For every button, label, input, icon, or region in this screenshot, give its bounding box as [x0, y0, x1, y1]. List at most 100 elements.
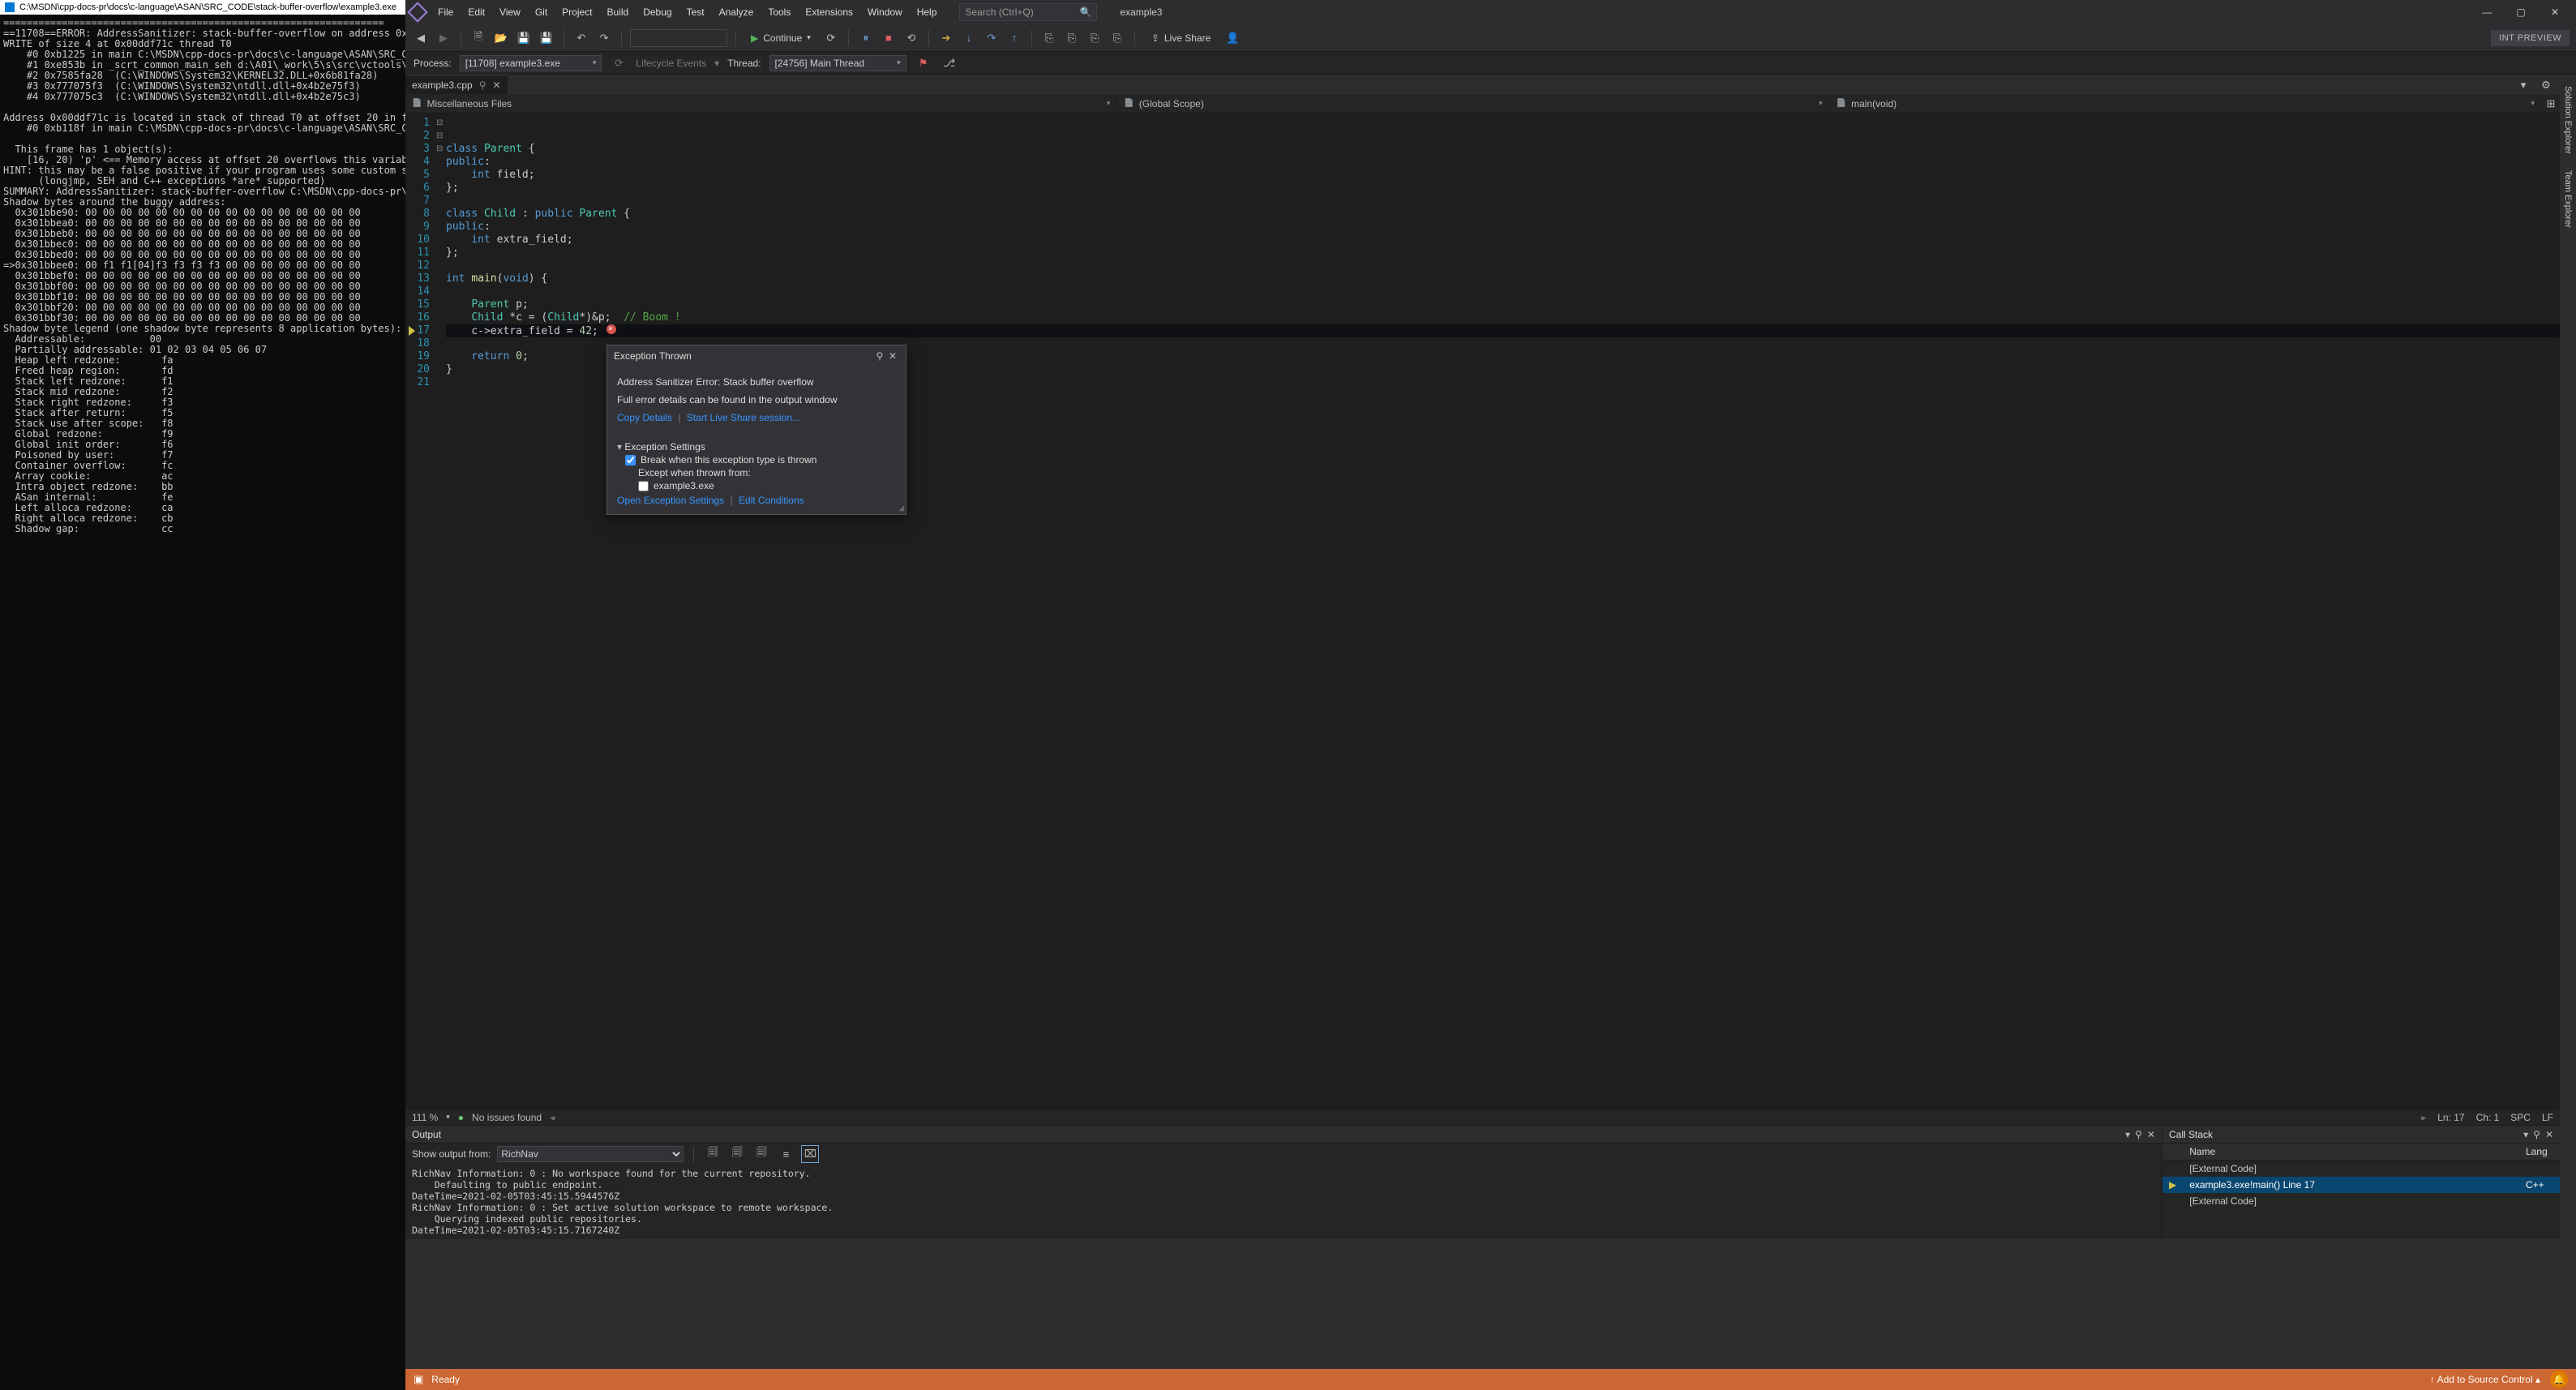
feedback-icon[interactable]: 👤: [1224, 29, 1241, 47]
combo-member[interactable]: main(void): [1830, 98, 2542, 109]
pane-close-icon[interactable]: ✕: [2545, 1129, 2553, 1140]
output-wrap-icon[interactable]: ≡: [777, 1145, 795, 1163]
pane-pin-icon[interactable]: ⚲: [2533, 1129, 2540, 1140]
copy-details-link[interactable]: Copy Details: [617, 412, 672, 423]
output-source-dropdown[interactable]: RichNav: [497, 1146, 684, 1162]
menu-build[interactable]: Build: [601, 3, 636, 21]
stop-icon[interactable]: ■: [880, 29, 898, 47]
break-on-exception-checkbox[interactable]: [625, 455, 636, 465]
nav-back-icon[interactable]: ◀: [412, 29, 430, 47]
start-live-share-link[interactable]: Start Live Share session...: [687, 412, 800, 423]
callstack-row[interactable]: ▶example3.exe!main() Line 17C++: [2162, 1177, 2560, 1193]
output-clear-icon[interactable]: ⌧: [801, 1145, 819, 1163]
redo-icon[interactable]: ↷: [595, 29, 613, 47]
add-source-control[interactable]: ↑ Add to Source Control ▴: [2430, 1374, 2540, 1385]
undo-icon[interactable]: ↶: [572, 29, 590, 47]
menu-extensions[interactable]: Extensions: [799, 3, 859, 21]
debug-tool-1-icon[interactable]: ⎘: [1040, 29, 1058, 47]
chevron-down-icon[interactable]: ▾: [807, 33, 811, 42]
code-editor[interactable]: 123456789101112131415161718192021 ⊟⊟⊟ cl…: [405, 114, 2560, 1109]
pane-pin-icon[interactable]: ⚲: [2135, 1129, 2142, 1140]
col-indicator[interactable]: Ch: 1: [2476, 1112, 2500, 1123]
nav-fwd-icon[interactable]: ▶: [435, 29, 452, 47]
menu-debug[interactable]: Debug: [636, 3, 678, 21]
menu-project[interactable]: Project: [555, 3, 598, 21]
restart-icon[interactable]: ⟲: [902, 29, 920, 47]
menu-view[interactable]: View: [493, 3, 527, 21]
zoom-dropdown-icon[interactable]: ▾: [446, 1113, 450, 1122]
continue-button[interactable]: ▶ Continue ▾: [744, 30, 817, 46]
save-icon[interactable]: 💾: [515, 29, 533, 47]
output-pane[interactable]: Output ▾ ⚲ ✕ Show output from: RichNav: [405, 1126, 2162, 1239]
menu-edit[interactable]: Edit: [461, 3, 491, 21]
notifications-icon[interactable]: 🔔: [2550, 1371, 2568, 1388]
pane-dropdown-icon[interactable]: ▾: [2125, 1129, 2130, 1140]
pause-icon[interactable]: ⏸: [857, 29, 875, 47]
process-dropdown[interactable]: [11708] example3.exe: [460, 55, 602, 71]
eol-indicator[interactable]: LF: [2542, 1112, 2553, 1123]
popup-resize-grip-icon[interactable]: ◢: [898, 504, 904, 513]
combo-scope[interactable]: (Global Scope): [1117, 98, 1829, 109]
output-tool-1-icon[interactable]: 🗐: [704, 1145, 722, 1163]
popup-close-icon[interactable]: ✕: [886, 350, 899, 362]
search-box[interactable]: Search (Ctrl+Q) 🔍: [959, 3, 1097, 21]
step-over-icon[interactable]: ↷: [983, 29, 1001, 47]
console-output[interactable]: ========================================…: [0, 15, 405, 1390]
menu-git[interactable]: Git: [529, 3, 554, 21]
open-file-icon[interactable]: 📂: [492, 29, 510, 47]
maximize-button[interactable]: ▢: [2505, 1, 2537, 24]
combo-project[interactable]: Miscellaneous Files: [405, 98, 1117, 109]
live-share-button[interactable]: ⇪ Live Share: [1151, 32, 1211, 44]
exception-thrown-popup[interactable]: Exception Thrown ⚲ ✕ Address Sanitizer E…: [606, 345, 907, 515]
line-indicator[interactable]: Ln: 17: [2437, 1112, 2464, 1123]
config-dropdown[interactable]: [630, 29, 727, 47]
exception-settings-header[interactable]: Exception Settings: [617, 441, 896, 453]
open-exception-settings-link[interactable]: Open Exception Settings: [617, 495, 724, 506]
lifecycle-icon[interactable]: ⟳: [610, 54, 628, 72]
tab-team-explorer[interactable]: Team Explorer: [2561, 162, 2574, 236]
hot-reload-icon[interactable]: ⟳: [822, 29, 840, 47]
zoom-level[interactable]: 111 %: [412, 1112, 438, 1123]
split-icon[interactable]: ⊞: [2542, 95, 2560, 113]
pane-close-icon[interactable]: ✕: [2147, 1129, 2155, 1140]
step-into-icon[interactable]: ↓: [960, 29, 978, 47]
menu-test[interactable]: Test: [680, 3, 711, 21]
minimize-button[interactable]: —: [2471, 1, 2503, 24]
output-text[interactable]: RichNav Information: 0 : No workspace fo…: [405, 1165, 2162, 1239]
flag-icon[interactable]: ⚑: [915, 54, 932, 72]
tab-close-icon[interactable]: ✕: [493, 79, 501, 91]
edit-conditions-link[interactable]: Edit Conditions: [739, 495, 804, 506]
menu-file[interactable]: File: [431, 3, 460, 21]
output-tool-3-icon[interactable]: 🗐: [752, 1145, 770, 1163]
callstack-pane[interactable]: Call Stack ▾ ⚲ ✕ Name Lang [E: [2162, 1126, 2560, 1239]
tab-solution-explorer[interactable]: Solution Explorer: [2561, 78, 2574, 162]
tab-settings-icon[interactable]: ⚙: [2537, 76, 2555, 94]
pane-dropdown-icon[interactable]: ▾: [2523, 1129, 2528, 1140]
show-next-icon[interactable]: ➜: [937, 29, 955, 47]
stackframe-icon[interactable]: ⎇: [941, 54, 958, 72]
menu-help[interactable]: Help: [911, 3, 944, 21]
new-file-icon[interactable]: 🗎: [469, 29, 487, 47]
callstack-row[interactable]: [External Code]: [2162, 1193, 2560, 1209]
tab-example3-cpp[interactable]: example3.cpp ⚲ ✕: [405, 75, 508, 94]
console-titlebar[interactable]: C:\MSDN\cpp-docs-pr\docs\c-language\ASAN…: [0, 0, 405, 15]
thread-dropdown[interactable]: [24756] Main Thread: [769, 55, 907, 71]
debug-tool-3-icon[interactable]: ⎘: [1086, 29, 1104, 47]
outlining-margin[interactable]: ⊟⊟⊟: [436, 114, 446, 1109]
callstack-row[interactable]: [External Code]: [2162, 1160, 2560, 1178]
menu-tools[interactable]: Tools: [761, 3, 797, 21]
indent-indicator[interactable]: SPC: [2510, 1112, 2531, 1123]
menu-analyze[interactable]: Analyze: [713, 3, 761, 21]
debug-tool-2-icon[interactable]: ⎘: [1063, 29, 1081, 47]
save-all-icon[interactable]: 💾: [538, 29, 555, 47]
debug-tool-4-icon[interactable]: ⎘: [1108, 29, 1126, 47]
pin-icon[interactable]: ⚲: [479, 79, 486, 91]
close-button[interactable]: ✕: [2539, 1, 2571, 24]
except-from-checkbox[interactable]: [638, 481, 649, 491]
vs-titlebar[interactable]: FileEditViewGitProjectBuildDebugTestAnal…: [405, 0, 2576, 24]
tab-dropdown-icon[interactable]: ▾: [2514, 76, 2532, 94]
callstack-table[interactable]: Name Lang [External Code]▶example3.exe!m…: [2162, 1143, 2560, 1209]
output-tool-2-icon[interactable]: 🗐: [728, 1145, 746, 1163]
code-text[interactable]: class Parent {public: int field;};class …: [446, 114, 2560, 1109]
menu-window[interactable]: Window: [861, 3, 909, 21]
